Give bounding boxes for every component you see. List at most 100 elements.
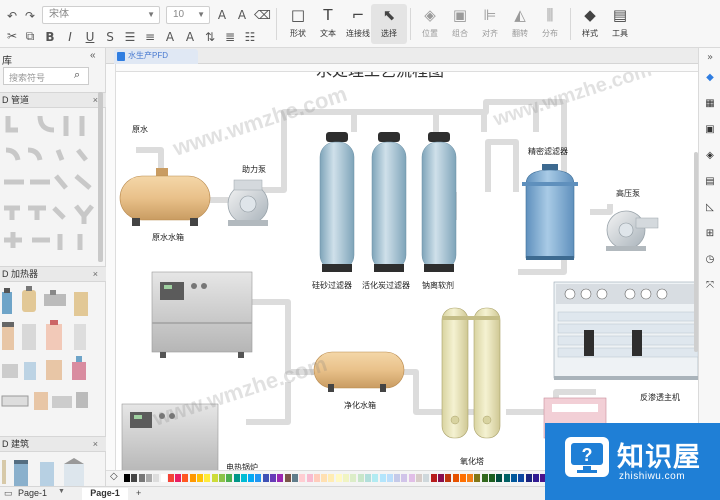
electric-boiler[interactable] (151, 271, 253, 358)
align-left-icon[interactable]: ≡ (142, 29, 158, 45)
color-swatch[interactable] (262, 474, 269, 482)
heater-symbol[interactable] (46, 320, 62, 350)
pipe-symbol[interactable] (28, 205, 46, 220)
color-swatch[interactable] (321, 474, 328, 482)
precision-filter[interactable] (522, 164, 578, 260)
heater-symbol[interactable] (2, 364, 18, 378)
color-swatch[interactable] (160, 474, 167, 482)
color-swatch[interactable] (138, 474, 145, 482)
fill-color-icon[interactable]: ◇ (110, 471, 118, 482)
color-swatch[interactable] (496, 474, 503, 482)
color-swatch[interactable] (189, 474, 196, 482)
reverse-osmosis-unit[interactable] (553, 281, 698, 380)
building-symbol[interactable] (2, 460, 6, 484)
color-swatch[interactable] (167, 474, 174, 482)
pipe-symbol[interactable] (76, 148, 88, 162)
copy-icon[interactable]: ⧉ (22, 28, 38, 44)
oxidation-tower[interactable] (441, 307, 501, 439)
color-swatch[interactable] (204, 474, 211, 482)
high-pressure-pump[interactable] (606, 210, 659, 251)
color-swatch[interactable] (226, 474, 233, 482)
heater-symbol[interactable] (76, 392, 88, 408)
pipe-symbol[interactable] (74, 204, 94, 224)
color-swatch[interactable] (503, 474, 510, 482)
paint-bucket-icon[interactable]: ◆ (704, 72, 716, 84)
font-size-select[interactable]: 10 ▼ (166, 6, 210, 24)
color-swatch[interactable] (357, 474, 364, 482)
collapse-right-icon[interactable]: » (704, 52, 716, 64)
library-category-buildings[interactable]: D 建筑 × (0, 436, 106, 452)
heater-symbol[interactable] (44, 290, 66, 306)
color-swatch[interactable] (248, 474, 255, 482)
pipe-symbol[interactable] (4, 205, 20, 220)
color-swatch[interactable] (430, 474, 437, 482)
pipe[interactable] (590, 204, 613, 215)
strikethrough-icon[interactable]: S (102, 29, 118, 45)
color-swatch[interactable] (211, 474, 218, 482)
pipe-symbol[interactable] (4, 232, 22, 248)
building-symbol[interactable] (40, 462, 54, 486)
search-icon[interactable]: ⌕ (74, 69, 80, 82)
pipe-symbol[interactable] (52, 206, 66, 220)
color-swatch[interactable] (284, 474, 291, 482)
list-icon[interactable]: ☰ (122, 29, 138, 45)
color-swatch[interactable] (510, 474, 517, 482)
color-swatch[interactable] (489, 474, 495, 482)
color-swatch[interactable] (313, 474, 320, 482)
chevron-down-icon[interactable]: ▼ (58, 488, 65, 495)
color-swatch[interactable] (525, 474, 532, 482)
pipe[interactable] (485, 139, 519, 192)
color-swatch[interactable] (467, 474, 474, 482)
color-swatch[interactable] (518, 474, 525, 482)
color-swatch[interactable] (218, 474, 225, 482)
carbon-filter[interactable] (371, 132, 407, 272)
color-swatch[interactable] (145, 474, 152, 482)
decrease-font-icon[interactable]: A (234, 7, 250, 23)
font-family-select[interactable]: 宋体 ▼ (42, 6, 160, 24)
image-icon[interactable]: ▣ (704, 124, 716, 136)
building-symbol[interactable] (14, 460, 28, 486)
pipe[interactable] (354, 109, 439, 132)
clear-format-icon[interactable]: ⌫ (254, 7, 271, 23)
heater-symbol[interactable] (22, 286, 36, 312)
heater-symbol[interactable] (34, 392, 48, 410)
text-color-icon[interactable]: A (162, 29, 178, 45)
color-swatch[interactable] (124, 474, 130, 482)
drawing-canvas[interactable]: 水处理工艺流程图 原水 (116, 72, 698, 470)
color-swatch[interactable] (452, 474, 459, 482)
softener-tank[interactable] (421, 132, 457, 272)
color-swatch[interactable] (416, 474, 422, 482)
heater-symbol[interactable] (22, 324, 36, 350)
pipe-symbol[interactable] (54, 174, 68, 190)
building-symbol[interactable] (64, 458, 84, 486)
bold-icon[interactable]: B (42, 29, 58, 45)
color-swatch[interactable] (532, 474, 539, 482)
color-swatch[interactable] (182, 474, 189, 482)
undo-icon[interactable]: ↶ (4, 8, 20, 24)
raw-water-tank[interactable] (119, 168, 211, 226)
tools-tool[interactable]: ▤ 工具 (602, 6, 638, 39)
grid-icon[interactable]: ▦ (704, 98, 716, 110)
close-icon[interactable]: × (93, 437, 98, 451)
color-swatch[interactable] (277, 474, 284, 482)
heater-symbol[interactable] (74, 292, 88, 316)
heater-symbol[interactable] (1, 395, 29, 407)
select-tool[interactable]: ⬉ 选择 (371, 4, 407, 44)
collapse-panel-icon[interactable]: « (90, 50, 96, 61)
distribute-tool[interactable]: ⫼ 分布 (532, 6, 568, 39)
color-swatch[interactable] (394, 474, 401, 482)
history-icon[interactable]: ◷ (704, 254, 716, 266)
pipe-symbol[interactable] (27, 147, 43, 161)
line-spacing-icon[interactable]: ⇅ (202, 29, 218, 45)
color-swatch[interactable] (401, 474, 408, 482)
page-selector[interactable]: Page-1 (18, 488, 47, 498)
color-swatch[interactable] (481, 474, 488, 482)
page-options-icon[interactable]: ▭ (4, 488, 13, 499)
pipe-symbol[interactable] (37, 115, 55, 133)
underline-icon[interactable]: U (82, 29, 98, 45)
library-category-heaters[interactable]: D 加热器 × (0, 266, 106, 282)
color-swatch[interactable] (364, 474, 371, 482)
color-swatch[interactable] (372, 474, 379, 482)
color-swatch[interactable] (350, 474, 357, 482)
heater-symbol[interactable] (74, 324, 86, 350)
